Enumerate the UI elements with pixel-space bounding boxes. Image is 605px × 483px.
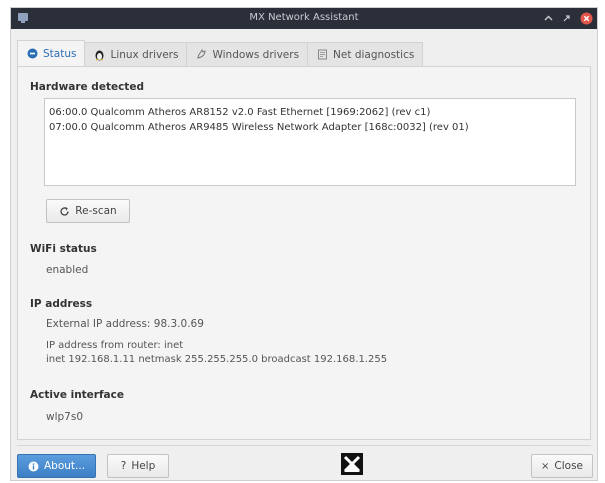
app-window: MX Network Assistant Status Linux driver… — [10, 7, 598, 481]
tab-linux-drivers-label: Linux drivers — [110, 48, 179, 61]
rescan-button[interactable]: Re-scan — [46, 199, 130, 223]
router-ip-value: inet 192.168.1.11 netmask 255.255.255.0 … — [46, 354, 388, 365]
footer-divider — [17, 445, 591, 446]
close-label: Close — [554, 460, 583, 472]
list-item[interactable]: 07:00.0 Qualcomm Atheros AR9485 Wireless… — [49, 120, 571, 135]
tab-bar: Status Linux drivers Windows drivers Net… — [17, 40, 424, 66]
list-item[interactable]: 06:00.0 Qualcomm Atheros AR8152 v2.0 Fas… — [49, 105, 571, 120]
windows-drivers-icon — [195, 49, 207, 61]
status-icon — [26, 48, 38, 60]
status-panel: Hardware detected 06:00.0 Qualcomm Ather… — [17, 66, 591, 440]
maximize-button[interactable] — [560, 12, 573, 25]
tab-status-label: Status — [43, 47, 77, 60]
interface-heading: Active interface — [30, 389, 124, 401]
wifi-heading: WiFi status — [30, 243, 97, 255]
close-icon — [580, 12, 593, 25]
wifi-status-value: enabled — [46, 264, 89, 276]
interface-value: wlp7s0 — [46, 411, 84, 423]
maximize-icon — [563, 15, 570, 22]
window-close-button[interactable] — [580, 12, 593, 25]
tab-linux-drivers[interactable]: Linux drivers — [84, 42, 188, 66]
minimize-icon — [544, 15, 553, 21]
ip-heading: IP address — [30, 298, 93, 310]
help-label: Help — [131, 460, 156, 472]
router-ip-label: IP address from router: inet — [46, 340, 184, 351]
hardware-heading: Hardware detected — [30, 81, 144, 93]
tab-status[interactable]: Status — [17, 40, 86, 66]
net-diagnostics-icon — [316, 49, 328, 61]
refresh-icon — [60, 206, 69, 216]
hardware-list[interactable]: 06:00.0 Qualcomm Atheros AR8152 v2.0 Fas… — [44, 98, 576, 186]
close-x-icon: × — [541, 460, 550, 472]
help-button[interactable]: ? Help — [107, 454, 169, 478]
tab-net-diagnostics[interactable]: Net diagnostics — [307, 42, 424, 66]
info-icon — [28, 461, 39, 471]
mx-logo-icon — [341, 453, 363, 475]
window-title: MX Network Assistant — [249, 12, 359, 23]
minimize-button[interactable] — [542, 12, 555, 25]
title-bar: MX Network Assistant — [11, 8, 597, 29]
external-ip-text: External IP address: 98.3.0.69 — [46, 318, 204, 330]
about-button[interactable]: About... — [17, 454, 96, 478]
rescan-label: Re-scan — [75, 205, 117, 217]
about-label: About... — [43, 460, 86, 472]
tab-windows-drivers-label: Windows drivers — [212, 48, 300, 61]
close-button[interactable]: × Close — [531, 454, 593, 478]
tab-net-diagnostics-label: Net diagnostics — [333, 48, 415, 61]
linux-penguin-icon — [93, 49, 105, 61]
help-icon: ? — [120, 460, 127, 472]
tab-windows-drivers[interactable]: Windows drivers — [186, 42, 309, 66]
